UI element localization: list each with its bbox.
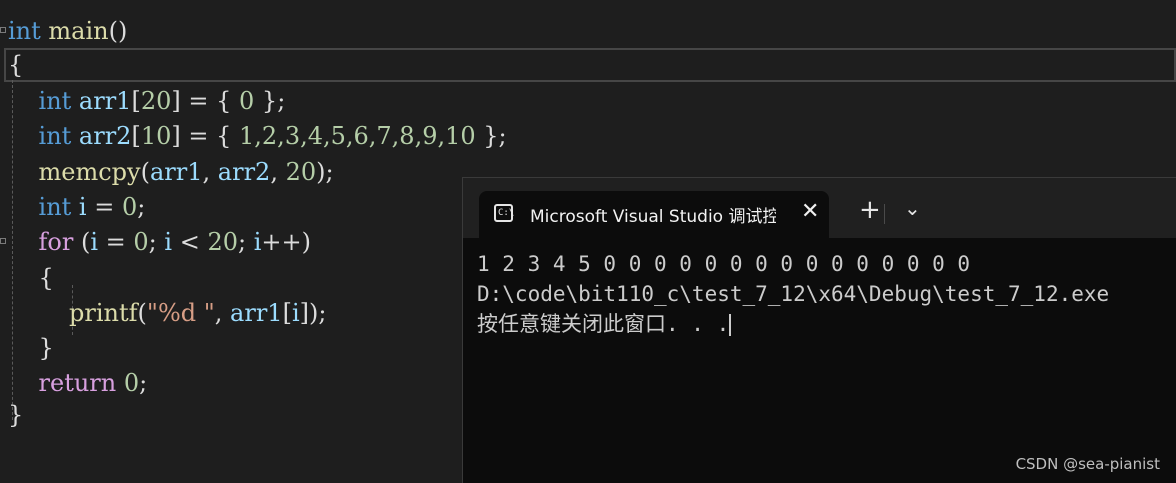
- new-tab-button[interactable]: +: [859, 197, 881, 223]
- code-line[interactable]: {: [8, 48, 23, 83]
- fold-marker-for[interactable]: [0, 238, 6, 244]
- code-token: arr1: [230, 299, 283, 327]
- chevron-down-icon[interactable]: ⌄: [904, 196, 921, 220]
- code-token: 20: [207, 228, 238, 256]
- fold-marker-main[interactable]: [0, 27, 6, 33]
- code-token: =: [86, 193, 122, 221]
- code-line[interactable]: int arr1[20] = { 0 };: [8, 84, 286, 119]
- code-token: ++): [261, 228, 311, 256]
- code-token: 10: [140, 122, 172, 150]
- code-token: for: [8, 228, 74, 256]
- code-token: "%d ": [146, 299, 215, 327]
- code-token: ] = {: [171, 87, 240, 115]
- code-token: [: [282, 299, 292, 327]
- code-token: {: [8, 264, 54, 292]
- code-token: ,: [214, 299, 231, 327]
- code-token: arr1: [149, 158, 203, 186]
- code-token: int: [8, 193, 72, 221]
- code-token: return: [8, 369, 117, 397]
- code-token: 20: [285, 158, 317, 186]
- code-line[interactable]: int i = 0;: [8, 190, 146, 225]
- code-token: i: [291, 299, 300, 327]
- code-token: printf: [8, 299, 138, 327]
- code-line[interactable]: int arr2[10] = { 1,2,3,4,5,6,7,8,9,10 };: [8, 119, 507, 154]
- code-token: ,: [202, 158, 218, 186]
- code-line[interactable]: }: [8, 331, 54, 366]
- code-line[interactable]: return 0;: [8, 366, 148, 401]
- console-output-values: 1 2 3 4 5 0 0 0 0 0 0 0 0 0 0 0 0 0 0 0: [477, 252, 971, 276]
- code-token: ;: [137, 193, 146, 221]
- code-token: (: [73, 228, 91, 256]
- code-token: i: [71, 193, 87, 221]
- code-token: {: [8, 51, 24, 79]
- code-token: ] = {: [171, 122, 240, 150]
- code-token: ;: [139, 369, 148, 397]
- code-token: int: [8, 87, 72, 115]
- code-token: ;: [238, 228, 254, 256]
- code-token: int: [8, 122, 72, 150]
- code-token: (: [137, 299, 147, 327]
- code-line[interactable]: printf("%d ", arr1[i]);: [8, 296, 326, 331]
- code-token: };: [475, 122, 507, 150]
- code-token: i: [164, 228, 173, 256]
- console-tab[interactable]: C:\ Microsoft Visual Studio 调试控制台 ✕: [479, 191, 829, 238]
- code-line[interactable]: {: [8, 261, 54, 296]
- code-token: (): [108, 17, 128, 45]
- close-icon[interactable]: ✕: [801, 199, 819, 225]
- code-line[interactable]: memcpy(arr1, arr2, 20);: [8, 155, 334, 190]
- console-output-path: D:\code\bit110_c\test_7_12\x64\Debug\tes…: [477, 282, 1110, 306]
- code-token: memcpy: [8, 158, 141, 186]
- code-token: i: [90, 228, 99, 256]
- console-titlebar[interactable]: C:\ Microsoft Visual Studio 调试控制台 ✕ + ⌄: [463, 178, 1176, 238]
- code-token: }: [8, 401, 24, 429]
- code-token: main: [40, 17, 109, 45]
- code-token: };: [254, 87, 286, 115]
- code-token: 0: [133, 228, 149, 256]
- code-token: arr2: [71, 122, 132, 150]
- code-token: 1,2,3,4,5,6,7,8,9,10: [239, 122, 476, 150]
- text-caret: [729, 314, 732, 336]
- code-token: ]);: [299, 299, 327, 327]
- code-token: ;: [148, 228, 165, 256]
- code-token: }: [8, 334, 54, 362]
- code-token: 20: [140, 87, 172, 115]
- code-line[interactable]: for (i = 0; i < 20; i++): [8, 225, 311, 260]
- code-token: <: [172, 228, 208, 256]
- code-token: 0: [121, 193, 138, 221]
- code-token: =: [98, 228, 134, 256]
- watermark: CSDN @sea-pianist: [1015, 455, 1160, 473]
- current-line-highlight: [4, 48, 1176, 82]
- code-token: );: [316, 158, 334, 186]
- code-token: (: [140, 158, 150, 186]
- tab-title: Microsoft Visual Studio 调试控制台: [530, 207, 776, 227]
- code-line[interactable]: }: [8, 398, 23, 433]
- debug-console-window[interactable]: C:\ Microsoft Visual Studio 调试控制台 ✕ + ⌄ …: [462, 177, 1176, 483]
- code-line[interactable]: int main(): [8, 14, 127, 49]
- code-token: 0: [123, 369, 140, 397]
- code-token: [: [131, 87, 141, 115]
- code-token: arr2: [217, 158, 271, 186]
- code-token: int: [8, 17, 41, 45]
- console-output-prompt: 按任意键关闭此窗口. . .: [477, 309, 732, 339]
- console-prompt-text: 按任意键关闭此窗口. . .: [477, 312, 730, 336]
- code-token: ,: [270, 158, 286, 186]
- titlebar-separator: [884, 204, 885, 224]
- terminal-icon: C:\: [494, 204, 514, 222]
- code-token: 0: [239, 87, 255, 115]
- code-token: arr1: [71, 87, 132, 115]
- code-token: [: [131, 122, 141, 150]
